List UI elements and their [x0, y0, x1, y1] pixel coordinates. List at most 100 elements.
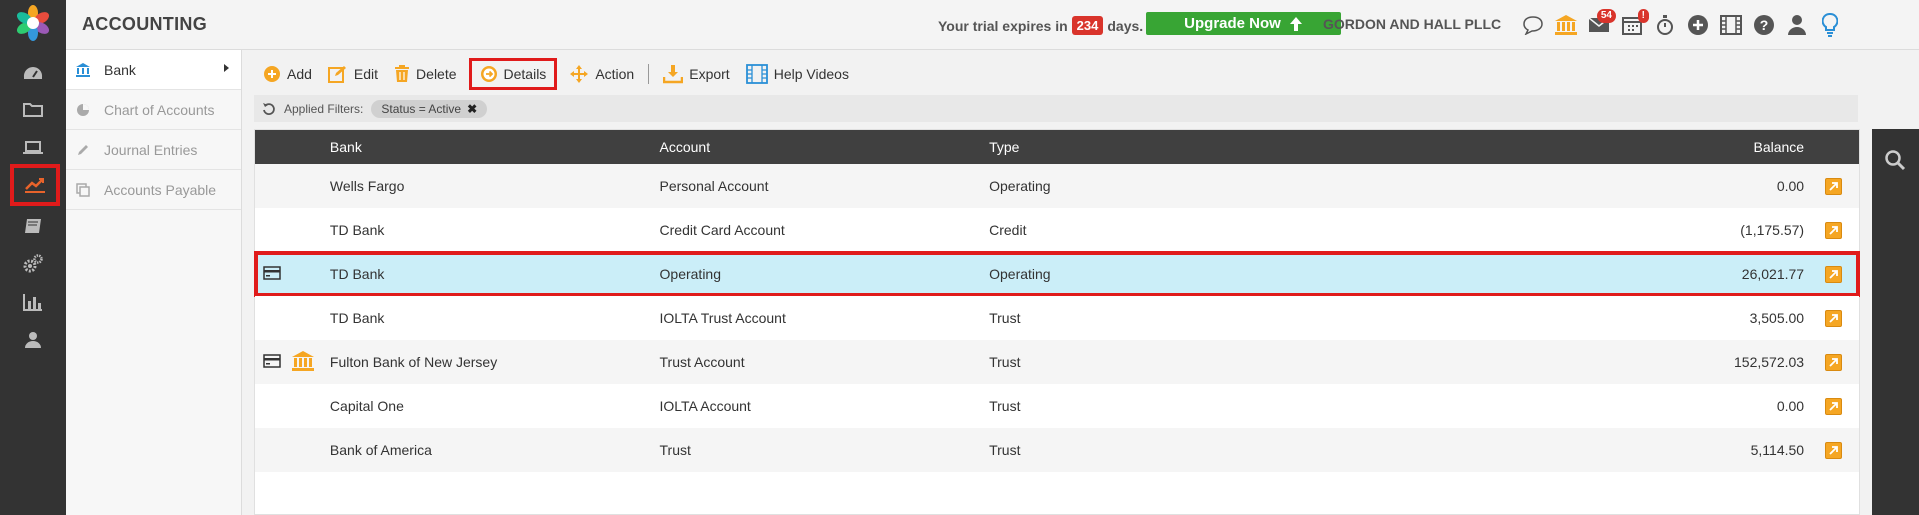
account-cell: Personal Account — [659, 178, 769, 194]
mail-count-badge: 54 — [1596, 9, 1616, 23]
book-icon[interactable] — [15, 208, 51, 244]
table-row[interactable]: Wells Fargo Personal Account Operating 0.00 — [255, 164, 1859, 208]
type-cell: Trust — [989, 442, 1021, 458]
row-icons — [255, 265, 330, 283]
delete-button[interactable]: Delete — [386, 58, 464, 90]
trial-days-badge: 234 — [1071, 16, 1104, 35]
left-rail — [0, 0, 66, 515]
bank-cell: Fulton Bank of New Jersey — [329, 354, 498, 370]
open-account-icon[interactable] — [1825, 441, 1843, 459]
subnav-label: Journal Entries — [104, 141, 198, 158]
open-account-icon[interactable] — [1825, 309, 1843, 327]
account-cell: IOLTA Account — [659, 398, 751, 414]
film-icon[interactable] — [1714, 10, 1747, 40]
table-row[interactable]: TD Bank Operating Operating 26,021.77 — [254, 251, 1860, 297]
type-cell: Operating — [989, 266, 1051, 282]
page-title: ACCOUNTING — [82, 14, 207, 34]
bank-icon — [74, 62, 92, 78]
trial-suffix: days. — [1107, 17, 1144, 34]
account-cell: Operating — [659, 266, 721, 282]
trash-icon — [395, 65, 410, 82]
subnav-item-accounts-payable[interactable]: Accounts Payable — [66, 170, 241, 210]
type-cell: Operating — [989, 178, 1051, 194]
balance-column-header[interactable]: Balance — [1319, 139, 1808, 155]
subnav-label: Accounts Payable — [104, 181, 217, 198]
row-action-cell — [1808, 309, 1859, 327]
caret-right-icon — [224, 64, 229, 72]
settings-icon[interactable] — [15, 246, 51, 282]
reports-icon[interactable] — [15, 284, 51, 320]
table-row[interactable]: TD Bank Credit Card Account Credit (1,175.5… — [255, 208, 1859, 252]
table-row[interactable]: Bank of America Trust Trust 5,114.50 — [255, 428, 1859, 472]
add-circle-icon[interactable] — [1681, 10, 1714, 40]
add-button[interactable]: Add — [255, 58, 320, 90]
open-account-icon[interactable] — [1825, 265, 1843, 283]
bank-cell: TD Bank — [329, 266, 385, 282]
bank-accounts-table: Bank Account Type Balance Wells Fargo Per… — [254, 129, 1860, 515]
subnav-item-chart-of-accounts[interactable]: Chart of Accounts — [66, 90, 241, 130]
details-label: Details — [503, 66, 547, 82]
lightbulb-icon[interactable] — [1813, 10, 1846, 40]
credit-card-icon — [263, 265, 281, 283]
accounting-chart-icon[interactable] — [10, 164, 60, 206]
toolbar: Add Edit Delete Details Action Export He… — [255, 56, 857, 92]
subnav-item-journal-entries[interactable]: Journal Entries — [66, 130, 241, 170]
account-column-header[interactable]: Account — [660, 139, 990, 155]
applied-filters-bar: Applied Filters: Status = Active ✖ — [254, 95, 1858, 122]
table-body: Wells Fargo Personal Account Operating 0.00… — [254, 164, 1860, 472]
open-account-icon[interactable] — [1825, 221, 1843, 239]
type-cell: Credit — [989, 222, 1027, 238]
table-row[interactable]: Fulton Bank of New Jersey Trust Account Tr… — [255, 340, 1859, 384]
balance-cell: (1,175.57) — [1740, 222, 1805, 238]
open-account-icon[interactable] — [1825, 353, 1843, 371]
stopwatch-icon[interactable] — [1648, 10, 1681, 40]
laptop-icon[interactable] — [15, 130, 51, 166]
remove-filter-icon[interactable]: ✖ — [467, 102, 477, 116]
help-videos-button[interactable]: Help Videos — [738, 58, 857, 90]
user-icon[interactable] — [15, 322, 51, 358]
folder-icon[interactable] — [15, 91, 51, 127]
table-row[interactable]: Capital One IOLTA Account Trust 0.00 — [255, 384, 1859, 428]
upgrade-now-button[interactable]: Upgrade Now — [1146, 12, 1341, 35]
help-icon[interactable]: ? — [1747, 10, 1780, 40]
details-button[interactable]: Details — [468, 58, 558, 90]
dashboard-icon[interactable] — [15, 55, 51, 91]
search-icon[interactable] — [1884, 149, 1906, 174]
bank-icon[interactable] — [1549, 10, 1582, 40]
filter-chip-label: Status = Active — [381, 101, 462, 116]
calendar-icon[interactable]: ! — [1615, 9, 1649, 40]
account-user-icon[interactable] — [1780, 10, 1813, 40]
credit-card-icon — [263, 353, 281, 371]
bank-cell: TD Bank — [329, 222, 385, 238]
row-action-cell — [1808, 441, 1859, 459]
export-button[interactable]: Export — [655, 58, 737, 90]
row-action-cell — [1808, 221, 1859, 239]
row-icons — [255, 350, 330, 375]
reset-filters-icon[interactable] — [262, 102, 276, 116]
bank-icon — [291, 350, 315, 375]
header-icons: 54 ! ? — [1516, 8, 1846, 42]
bank-cell: Capital One — [329, 398, 404, 414]
type-column-header[interactable]: Type — [989, 139, 1319, 155]
download-icon — [663, 65, 684, 84]
subnav-label: Chart of Accounts — [104, 101, 215, 118]
app-logo-icon[interactable] — [14, 4, 52, 42]
add-icon — [264, 66, 280, 82]
subnav-item-bank[interactable]: Bank — [66, 50, 241, 90]
table-row[interactable]: TD Bank IOLTA Trust Account Trust 3,505.00 — [255, 296, 1859, 340]
row-action-cell — [1808, 353, 1859, 371]
filter-chip[interactable]: Status = Active ✖ — [371, 99, 488, 118]
row-action-cell — [1808, 177, 1859, 195]
open-account-icon[interactable] — [1825, 177, 1843, 195]
account-cell: Trust — [659, 442, 691, 458]
bank-column-header[interactable]: Bank — [330, 139, 660, 155]
open-account-icon[interactable] — [1825, 397, 1843, 415]
action-button[interactable]: Action — [561, 58, 642, 90]
delete-label: Delete — [416, 66, 457, 82]
chat-icon[interactable] — [1516, 10, 1549, 40]
edit-button[interactable]: Edit — [320, 58, 386, 90]
top-header: ACCOUNTING Your trial expires in 234 day… — [66, 0, 1919, 50]
mail-icon[interactable]: 54 — [1582, 9, 1616, 40]
arrow-up-icon — [1289, 16, 1302, 31]
right-search-panel — [1872, 129, 1919, 515]
